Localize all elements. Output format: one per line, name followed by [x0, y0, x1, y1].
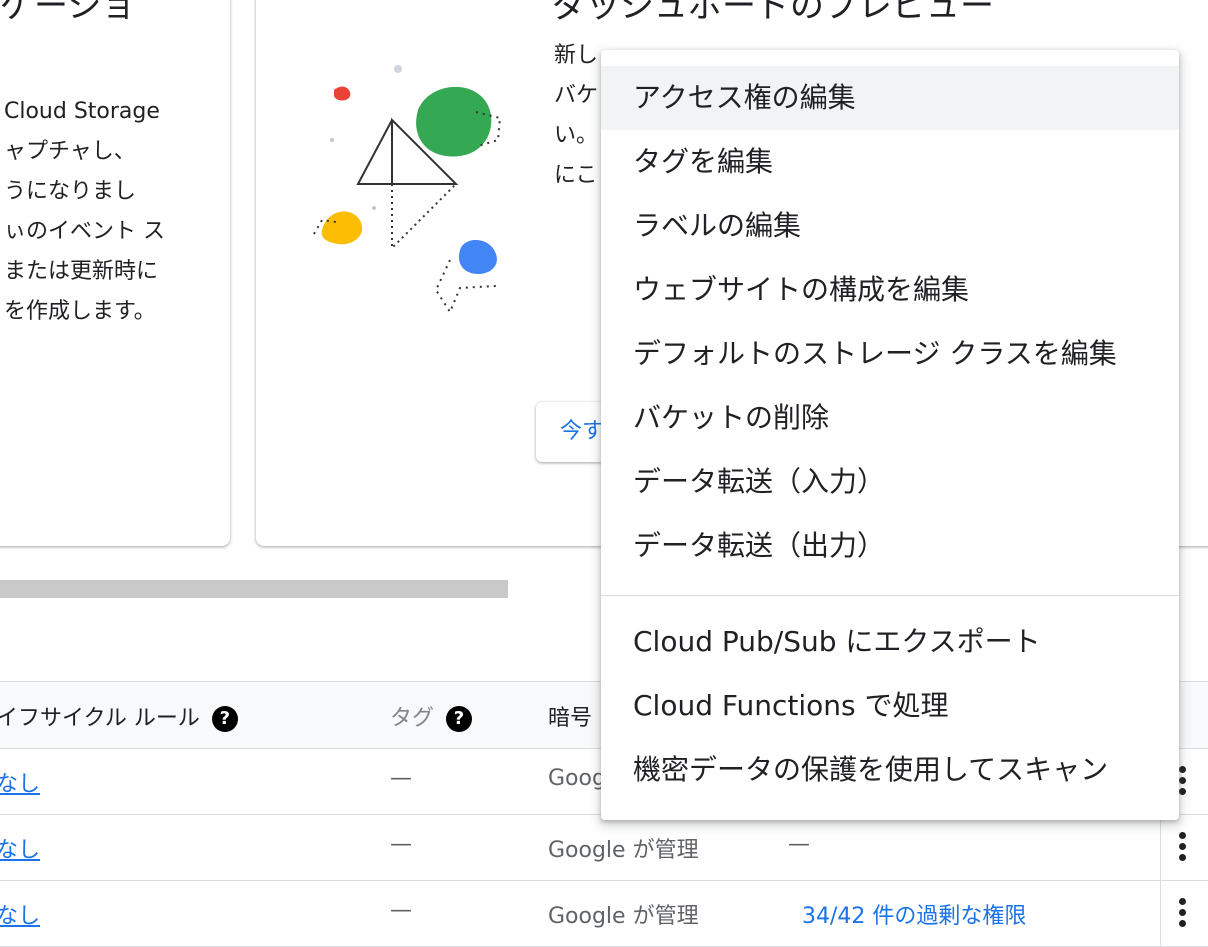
- tags-cell: —: [390, 898, 412, 923]
- menu-item-edit-labels[interactable]: ラベルの編集: [601, 194, 1179, 258]
- table-row: なし — Google が管理 —: [0, 814, 1208, 881]
- triangle-shape: [356, 119, 393, 185]
- card-line: を作成します。: [4, 299, 156, 324]
- red-blob: [334, 86, 351, 101]
- encryption-cell: Google が管理: [548, 904, 699, 929]
- card-description: 新し バケ い。 にこ: [554, 36, 598, 196]
- menu-item-scan-sensitive-data[interactable]: 機密データの保護を使用してスキャン: [601, 738, 1179, 802]
- row-actions-cell: [1160, 880, 1208, 946]
- dot-shape: [330, 138, 334, 142]
- menu-item-transfer-out[interactable]: データ転送（出力）: [601, 514, 1179, 578]
- card-line: バケ: [554, 83, 599, 108]
- dotted-triangle: [391, 183, 457, 251]
- dot-shape: [372, 206, 376, 210]
- bucket-actions-menu: アクセス権の編集 タグを編集 ラベルの編集 ウェブサイトの構成を編集 デフォルト…: [601, 50, 1179, 820]
- card-line: 新し: [554, 43, 599, 68]
- column-label: タグ: [390, 706, 435, 731]
- tags-cell: —: [390, 766, 412, 791]
- help-icon[interactable]: ?: [211, 706, 238, 732]
- menu-item-process-functions[interactable]: Cloud Functions で処理: [601, 674, 1179, 738]
- card-title: ダッシュボードのプレビュー: [552, 0, 994, 26]
- card-description: Cloud Storage ャプチャし、 うになりまし ぃのイベント ス または…: [4, 92, 165, 332]
- menu-item-export-pubsub[interactable]: Cloud Pub/Sub にエクスポート: [601, 610, 1179, 674]
- card-line: い。: [554, 123, 599, 148]
- green-blob: [416, 86, 492, 157]
- card-line: ャプチャし、: [4, 139, 136, 164]
- more-vert-icon[interactable]: [1179, 766, 1187, 799]
- menu-item-edit-access[interactable]: アクセス権の編集: [601, 66, 1179, 130]
- column-header-encryption: 暗号: [548, 706, 593, 731]
- menu-divider: [601, 595, 1179, 596]
- menu-item-edit-default-storage-class[interactable]: デフォルトのストレージ クラスを編集: [601, 322, 1179, 386]
- card-title: ゲーショ: [0, 0, 136, 26]
- yellow-blob: [321, 211, 363, 245]
- column-header-lifecycle: イフサイクル ルール?: [0, 700, 238, 732]
- row-actions-cell: [1160, 814, 1208, 880]
- card-line: Cloud Storage: [4, 99, 160, 124]
- menu-item-edit-tags[interactable]: タグを編集: [601, 130, 1179, 194]
- card-line: ぃのイベント ス: [4, 219, 165, 244]
- card-line: にこ: [554, 163, 598, 188]
- column-label: イフサイクル ルール: [0, 706, 200, 731]
- excess-permissions-link[interactable]: 34/42 件の過剰な権限: [802, 898, 1026, 930]
- horizontal-scrollbar[interactable]: [0, 580, 508, 598]
- permissions-cell: —: [788, 832, 810, 857]
- info-card-left: ゲーショ Cloud Storage ャプチャし、 うになりまし ぃのイベント …: [0, 0, 230, 546]
- menu-item-delete-bucket[interactable]: バケットの削除: [601, 386, 1179, 450]
- menu-item-transfer-in[interactable]: データ転送（入力）: [601, 450, 1179, 514]
- table-row: なし — Google が管理 34/42 件の過剰な権限: [0, 880, 1208, 947]
- encryption-cell: Google が管理: [548, 838, 699, 863]
- blue-blob: [458, 239, 497, 274]
- more-vert-icon[interactable]: [1179, 898, 1187, 931]
- dot-shape: [394, 65, 402, 73]
- menu-item-edit-website-config[interactable]: ウェブサイトの構成を編集: [601, 258, 1179, 322]
- more-vert-icon[interactable]: [1179, 832, 1187, 865]
- help-icon[interactable]: ?: [446, 706, 473, 732]
- lifecycle-link[interactable]: なし: [0, 898, 40, 930]
- lifecycle-link[interactable]: なし: [0, 832, 40, 864]
- lifecycle-link[interactable]: なし: [0, 766, 40, 798]
- card-line: うになりまし: [4, 179, 137, 204]
- card-line: または更新時に: [4, 259, 159, 284]
- dashboard-illustration: [313, 65, 502, 315]
- encryption-cell: Goog: [548, 766, 606, 791]
- column-header-tags: タグ?: [390, 700, 473, 732]
- tags-cell: —: [390, 832, 412, 857]
